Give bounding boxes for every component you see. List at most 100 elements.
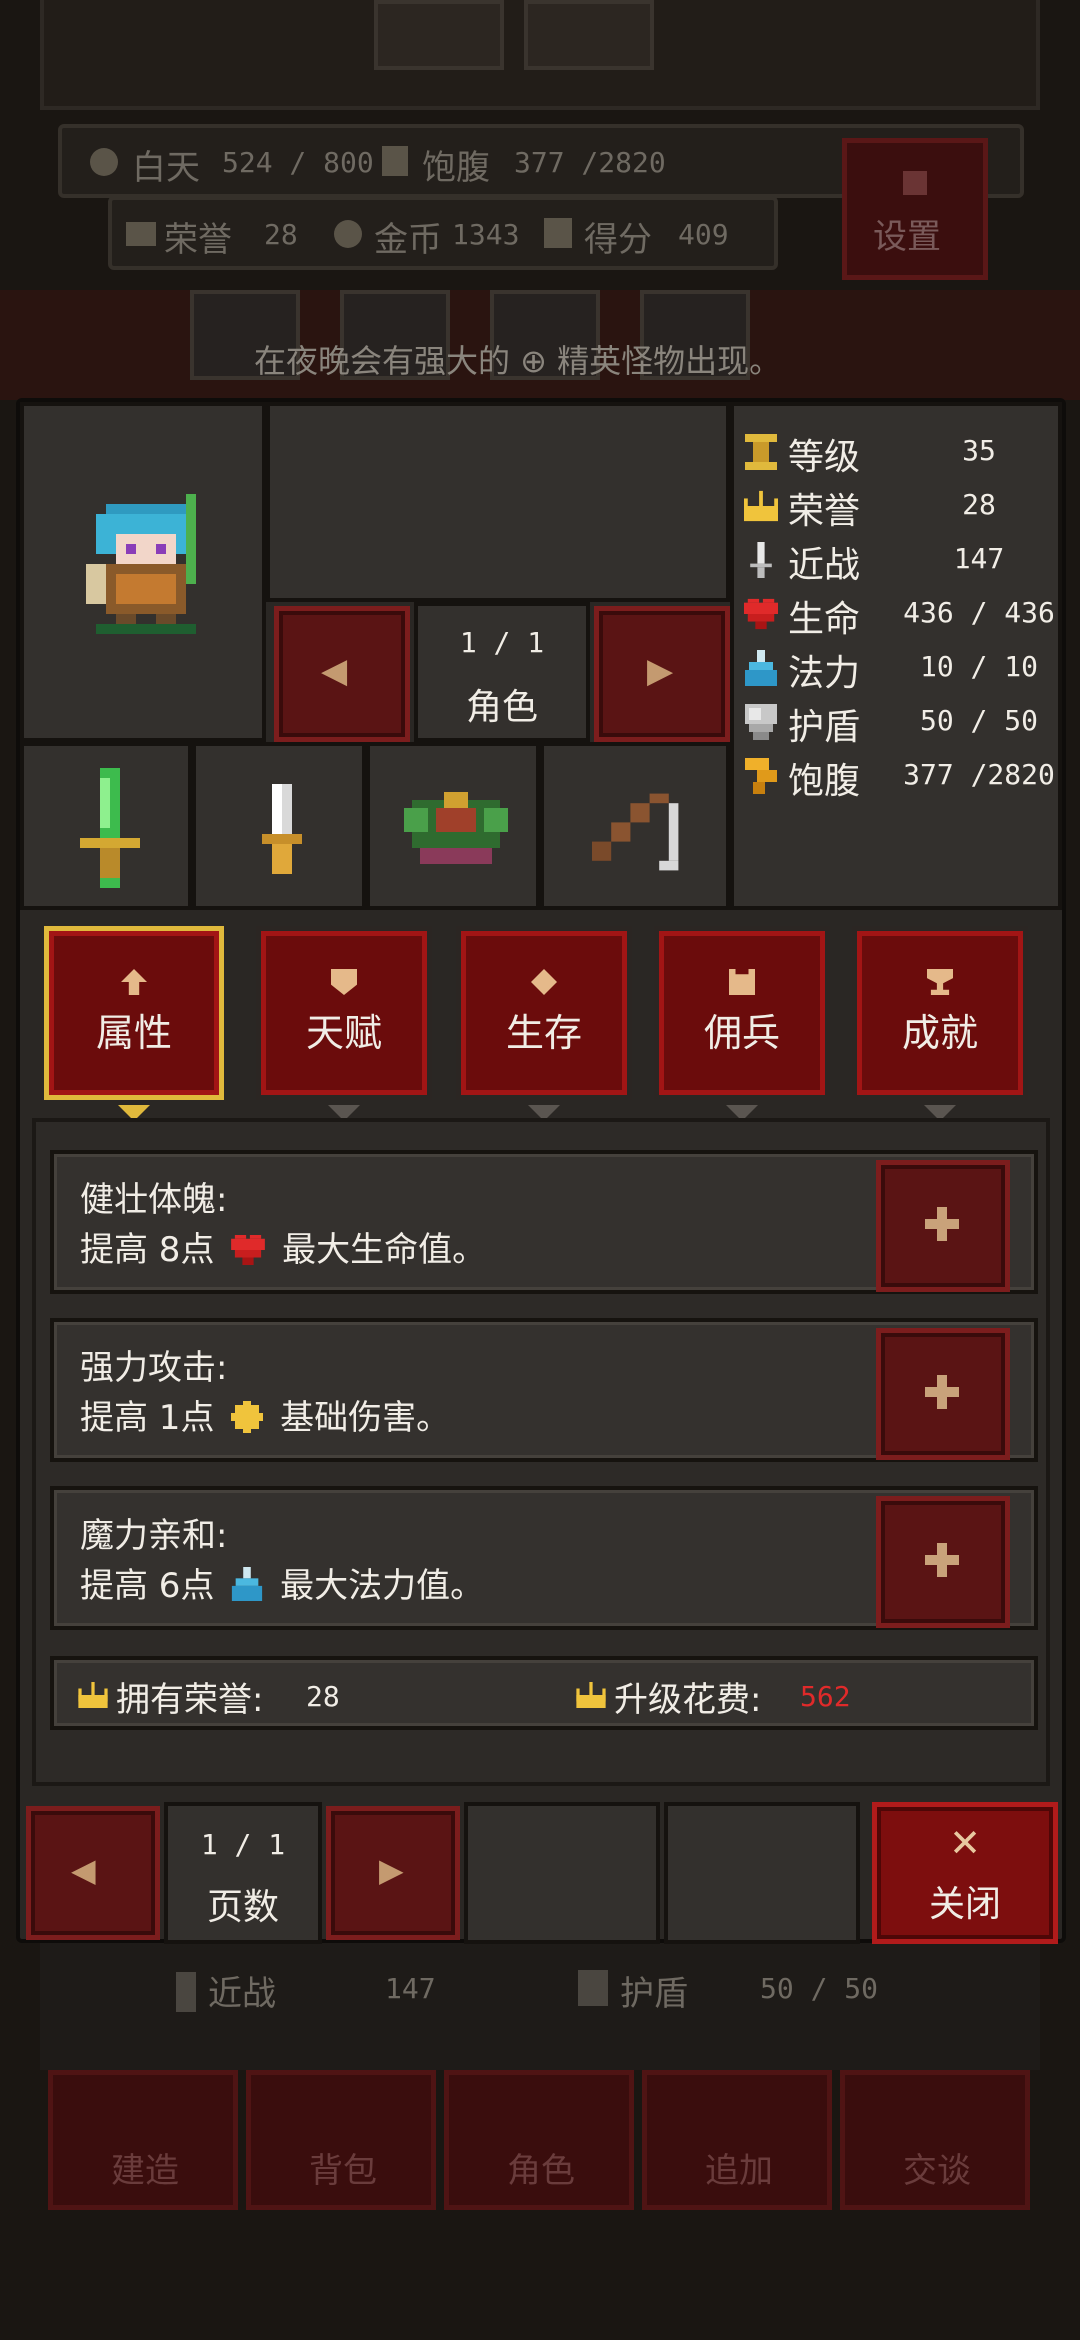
tab-attributes[interactable]: 属性 [44, 926, 224, 1121]
bear-icon [729, 969, 755, 995]
stat-level-label: 等级 [788, 437, 861, 478]
upgrade-attack-button[interactable] [876, 1328, 1010, 1460]
coin-icon [334, 220, 362, 248]
character-page-indicator: 1 / 1 [459, 626, 545, 659]
stat-health: 生命 436 / 436 [734, 588, 1064, 642]
stats-panel: 等级 35 荣誉 28 近战 147 生命 436 / 436 法力 10 / … [730, 402, 1062, 910]
equip-slot-offhand[interactable] [192, 742, 366, 910]
tab-talent-label: 天赋 [305, 1011, 382, 1055]
attribute-content: 健壮体魄: 提高 8点 最大生命值。 强力攻击: 提高 1点 基础伤害。 魔力亲… [32, 1118, 1050, 1786]
stat-mana-value: 10 / 10 [919, 650, 1038, 683]
crown-icon [126, 222, 156, 246]
nav-bag-label: 背包 [309, 2151, 377, 2191]
background-score-bar: 荣誉 28 金币 1343 得分 409 [108, 196, 778, 270]
tab-survival-label: 生存 [505, 1011, 582, 1055]
score-label: 得分 [584, 220, 652, 260]
upgrade-health-button[interactable] [876, 1160, 1010, 1292]
page-next-button[interactable]: ▶ [326, 1806, 460, 1940]
settings-button[interactable]: 设置 [842, 138, 988, 280]
stat-melee-value: 147 [953, 542, 1005, 575]
gold-value: 1343 [452, 218, 520, 251]
peek-shield-label: 护盾 [620, 1974, 688, 2014]
character-prev-button[interactable]: ◀ [274, 606, 410, 742]
crown-icon [78, 1682, 108, 1708]
equip-slot-armor[interactable] [366, 742, 540, 910]
peek-shield-value: 50 / 50 [760, 1972, 879, 2005]
tab-talent[interactable]: 天赋 [256, 926, 432, 1121]
close-label: 关闭 [928, 1884, 1001, 1925]
character-page-cell: 1 / 1 角色 [414, 602, 590, 742]
stat-shield: 护盾 50 / 50 [734, 696, 1064, 750]
honor-label: 荣誉 [164, 220, 232, 260]
day-label: 白天 [132, 148, 200, 188]
nav-build-button[interactable]: 建造 [48, 2070, 238, 2210]
skill-health-desc: 提高 8点 最大生命值。 [80, 1222, 486, 1271]
tab-mercenary[interactable]: 佣兵 [654, 926, 830, 1121]
sword-icon [750, 542, 772, 578]
character-dialog: ◀ 1 / 1 角色 ▶ 等级 35 荣誉 28 近战 147 生命 436 /… [16, 398, 1066, 1944]
background-stats-peek: 近战 147 护盾 50 / 50 [40, 1930, 1040, 2070]
skill-health-effect: 最大生命值。 [282, 1230, 487, 1270]
upgrade-mana-button[interactable] [876, 1496, 1010, 1628]
tab-achievement[interactable]: 成就 [852, 926, 1028, 1121]
nav-add-button[interactable]: 追加 [642, 2070, 832, 2210]
character-next-button[interactable]: ▶ [594, 606, 730, 742]
tab-mercenary-label: 佣兵 [703, 1011, 780, 1055]
bottom-nav: 建造 背包 角色 追加 交谈 [40, 2064, 1040, 2216]
stat-mana: 法力 10 / 10 [734, 642, 1064, 696]
heart-icon [744, 598, 778, 630]
stat-health-label: 生命 [788, 599, 861, 640]
character-portrait-frame [20, 402, 266, 742]
stat-hunger-value: 377 /2820 [903, 758, 1055, 791]
hunger-value: 377 /2820 [514, 146, 666, 179]
nav-add-label: 追加 [705, 2151, 773, 2191]
character-page-title: 角色 [465, 687, 538, 728]
honor-owned-value: 28 [306, 1680, 340, 1713]
skill-health-amount: 提高 8点 [80, 1230, 215, 1270]
potion-icon [232, 1567, 263, 1601]
night-notice: 在夜晚会有强大的 ⊕ 精英怪物出现。 [254, 342, 782, 380]
stat-hunger-label: 饱腹 [788, 761, 861, 802]
upgrade-cost-value: 562 [800, 1680, 851, 1713]
nav-character-button[interactable]: 角色 [444, 2070, 634, 2210]
page-label: 页数 [206, 1887, 279, 1928]
stat-honor: 荣誉 28 [734, 480, 1064, 534]
stat-level: 等级 35 [734, 426, 1064, 480]
wrench-icon [903, 171, 927, 195]
honor-value: 28 [264, 218, 298, 251]
stat-mana-label: 法力 [788, 653, 861, 694]
gold-label: 金币 [374, 220, 442, 260]
skill-row-health: 健壮体魄: 提高 8点 最大生命值。 [50, 1150, 1038, 1294]
nav-talk-button[interactable]: 交谈 [840, 2070, 1030, 2210]
stat-health-value: 436 / 436 [903, 596, 1055, 629]
upgrade-cost-label: 升级花费: [614, 1680, 762, 1720]
stat-honor-label: 荣誉 [788, 491, 861, 532]
skill-health-title: 健壮体魄: [80, 1180, 228, 1220]
stat-level-value: 35 [962, 434, 996, 467]
honor-summary-bar: 拥有荣誉: 28 升级花费: 562 [50, 1656, 1038, 1730]
close-button[interactable]: ✕ 关闭 [872, 1802, 1058, 1944]
shield-icon [578, 1970, 608, 2006]
hunger-icon [382, 146, 408, 176]
skill-mana-title: 魔力亲和: [80, 1516, 228, 1556]
skill-mana-amount: 提高 6点 [80, 1566, 215, 1606]
hunger-label: 饱腹 [422, 148, 490, 188]
sun-icon [90, 148, 118, 176]
skill-mana-desc: 提高 6点 最大法力值。 [80, 1558, 484, 1607]
skill-attack-title: 强力攻击: [80, 1348, 228, 1388]
fishing-rod-icon [592, 793, 679, 871]
trophy-icon [927, 969, 953, 995]
equip-slot-weapon[interactable] [20, 742, 192, 910]
armor-icon [404, 792, 508, 864]
stat-shield-label: 护盾 [788, 707, 861, 748]
up-arrow-icon [121, 969, 147, 995]
left-arrow-icon: ◀ [321, 651, 348, 691]
tab-survival[interactable]: 生存 [456, 926, 632, 1121]
page-prev-button[interactable]: ◀ [26, 1806, 160, 1940]
nav-talk-label: 交谈 [903, 2151, 971, 2191]
skill-attack-desc: 提高 1点 基础伤害。 [80, 1390, 450, 1439]
plus-icon [925, 1543, 959, 1577]
right-arrow-icon: ▶ [647, 651, 674, 691]
nav-bag-button[interactable]: 背包 [246, 2070, 436, 2210]
equip-slot-tool[interactable] [540, 742, 730, 910]
